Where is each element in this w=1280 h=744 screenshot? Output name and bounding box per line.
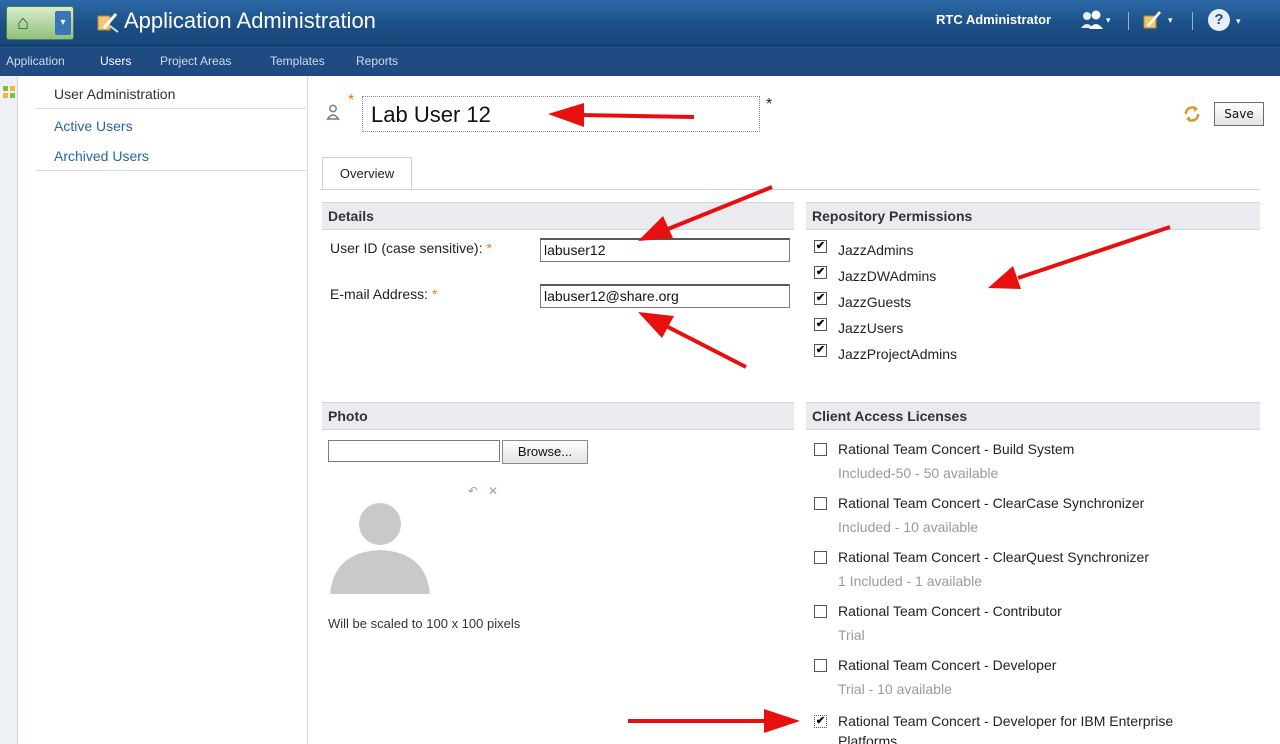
details-section-header: Details [322,202,794,230]
license-checkbox[interactable] [814,605,827,618]
email-input[interactable]: labuser12@share.org [540,284,790,308]
license-availability: Included - 10 available [838,519,979,535]
photo-section-header: Photo [322,402,794,430]
user-group-icon[interactable]: ▾ [1078,8,1112,32]
photo-size-note: Will be scaled to 100 x 100 pixels [328,616,521,631]
user-id-input[interactable]: labuser12 [540,238,790,262]
license-label: Rational Team Concert - Developer for IB… [838,713,1174,729]
license-availability: Trial - 10 available [838,681,952,697]
user-name-value[interactable]: Lab User 12 [371,101,491,129]
page-title: Application Administration [124,8,376,33]
nav-reports[interactable]: Reports [356,53,398,69]
admin-tools-icon [97,13,119,33]
permission-label: JazzUsers [838,320,904,336]
app-header: ⌂ ▾ Application Administration RTC Admin… [0,0,1280,46]
license-availability: 1 Included - 1 available [838,573,982,589]
license-checkbox[interactable] [814,551,827,564]
license-label: Rational Team Concert - ClearQuest Synch… [838,549,1149,565]
arrow-annotation [988,225,1171,289]
unsaved-marker: * [766,96,773,113]
sidebar-item-active-users[interactable]: Active Users [54,118,133,134]
nav-users[interactable]: Users [100,53,131,69]
photo-path-input[interactable] [328,440,500,462]
sidebar: User Administration Active Users Archive… [18,76,308,744]
license-checkbox[interactable] [814,659,827,672]
license-availability: Included-50 - 50 available [838,465,999,481]
license-label: Rational Team Concert - Build System [838,441,1075,457]
save-button[interactable]: Save [1214,102,1264,126]
license-label-continued: Platforms [838,733,898,744]
browse-button[interactable]: Browse... [502,440,588,464]
current-user-name[interactable]: RTC Administrator [936,11,1051,29]
home-icon: ⌂ [17,12,30,34]
nav-templates[interactable]: Templates [270,53,325,69]
license-label: Rational Team Concert - ClearCase Synchr… [838,495,1145,511]
tab-divider [320,189,1260,190]
required-marker: * [348,92,355,109]
license-checkbox[interactable] [814,497,827,510]
sidebar-divider [36,108,306,109]
nav-project-areas[interactable]: Project Areas [160,53,231,69]
sidebar-heading: User Administration [54,86,176,102]
undo-icon[interactable]: ↶ [468,484,478,498]
license-availability: Trial [838,627,865,643]
license-label: Rational Team Concert - Developer [838,657,1057,673]
user-id-label: User ID (case sensitive): * [330,240,492,256]
header-divider [1128,12,1129,30]
arrow-annotation [638,312,747,369]
permission-label: JazzGuests [838,294,912,310]
license-checkbox[interactable] [814,443,827,456]
sidebar-item-archived-users[interactable]: Archived Users [54,148,149,164]
permission-checkbox[interactable]: ✔ [814,344,827,357]
permission-checkbox[interactable]: ✔ [814,318,827,331]
header-divider [1192,12,1193,30]
admin-menu-icon[interactable]: ▾ [1142,8,1178,32]
user-icon [326,104,340,124]
svg-text:▾: ▾ [1106,15,1111,25]
permission-label: JazzDWAdmins [838,268,937,284]
grid-icon[interactable] [3,86,15,98]
sidebar-divider [36,170,306,171]
remove-icon[interactable]: ✕ [488,484,498,498]
licenses-section-header: Client Access Licenses [806,402,1260,430]
help-icon[interactable]: ? ▾ [1208,8,1241,32]
main-nav: Application Users Project Areas Template… [0,46,1280,76]
nav-application[interactable]: Application [6,53,65,69]
refresh-icon[interactable] [1182,104,1202,129]
license-checkbox[interactable]: ✔ [814,715,827,728]
user-name-field[interactable]: Lab User 12 [362,96,760,132]
permission-checkbox[interactable]: ✔ [814,292,827,305]
permission-checkbox[interactable]: ✔ [814,266,827,279]
permission-label: JazzProjectAdmins [838,346,958,362]
permission-checkbox[interactable]: ✔ [814,240,827,253]
permission-label: JazzAdmins [838,242,914,258]
repository-permissions-header: Repository Permissions [806,202,1260,230]
left-rail [0,76,18,744]
arrow-annotation [628,709,800,733]
avatar-placeholder [330,503,430,594]
home-button[interactable]: ⌂ ▾ [6,6,74,40]
email-label: E-mail Address: * [330,286,438,302]
home-menu-dropdown-icon[interactable]: ▾ [55,11,71,35]
svg-text:▾: ▾ [1168,15,1173,25]
tab-overview[interactable]: Overview [322,157,412,189]
license-label: Rational Team Concert - Contributor [838,603,1062,619]
